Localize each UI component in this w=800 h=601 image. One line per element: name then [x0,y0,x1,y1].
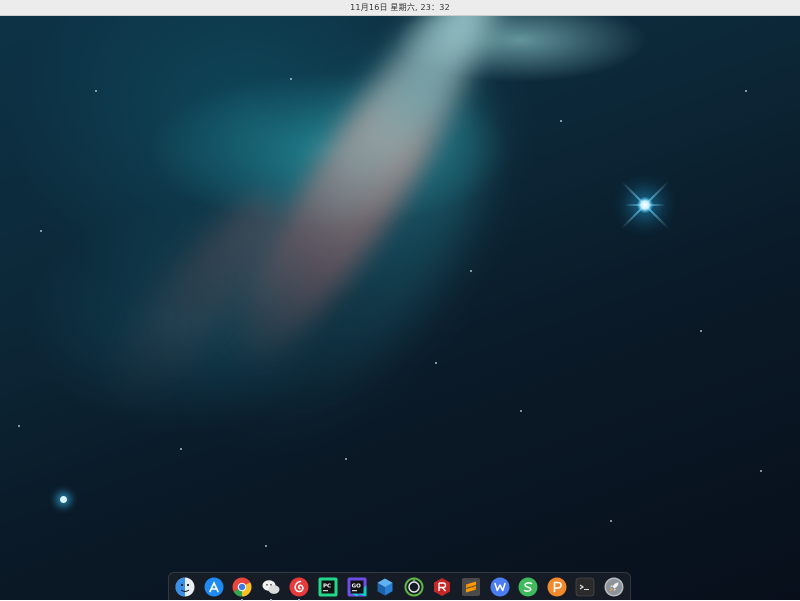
pycharm-icon[interactable]: PC [317,576,339,598]
app-store-icon[interactable] [203,576,225,598]
goland-icon[interactable]: GO [346,576,368,598]
star-dot [180,448,182,450]
launcher-rocket-icon[interactable] [603,576,625,598]
svg-text:GO: GO [351,583,361,589]
star-dot [40,230,42,232]
nebula-pink-streak [202,0,508,391]
finder-icon[interactable] [174,576,196,598]
wechat-icon[interactable] [260,576,282,601]
star-dot [470,270,472,272]
wps-spreadsheet-icon[interactable] [517,576,539,598]
star-dot [560,120,562,122]
star-dot [18,425,20,427]
anaconda-icon[interactable] [403,576,425,598]
star-dot [95,90,97,92]
virtualbox-icon[interactable] [374,576,396,598]
star-dot [265,545,267,547]
nebula-cyan-glow [137,20,543,480]
terminal-icon[interactable] [574,576,596,598]
wps-writer-icon[interactable] [489,576,511,598]
bright-star [620,180,670,230]
top-bar: 11月16日 星期六, 23：32 [0,0,800,16]
nebula-red-glow [87,176,303,424]
desktop [0,0,800,600]
star-dot [435,362,437,364]
star-dot [700,330,702,332]
star-dot [290,78,292,80]
star-dot [760,470,762,472]
star-dot [745,90,747,92]
svg-text:PC: PC [323,583,331,589]
chrome-icon[interactable] [231,576,253,601]
nebula-bright-core [285,0,525,263]
star-dot [345,458,347,460]
sublime-text-icon[interactable] [460,576,482,598]
red-app-icon[interactable] [431,576,453,598]
star-dot [520,410,522,412]
netease-music-icon[interactable] [288,576,310,601]
clock[interactable]: 11月16日 星期六, 23：32 [350,2,450,13]
wps-presentation-icon[interactable] [546,576,568,598]
dock: PC GO [168,572,631,601]
star-dot [610,520,612,522]
small-star [60,496,67,503]
